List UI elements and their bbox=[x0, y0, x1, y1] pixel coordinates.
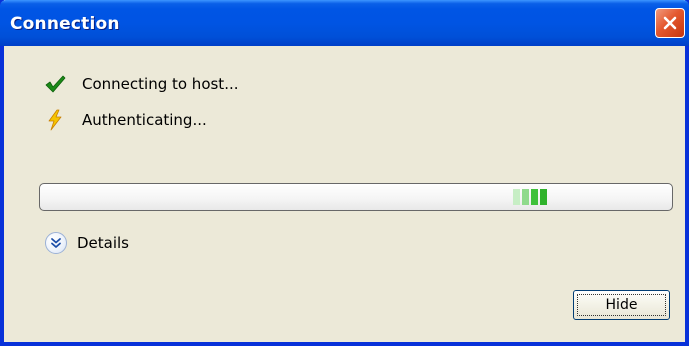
status-authenticating: Authenticating... bbox=[44, 109, 207, 131]
title-bar[interactable]: Connection bbox=[0, 0, 689, 46]
progress-indicator bbox=[513, 189, 549, 205]
details-label[interactable]: Details bbox=[77, 234, 129, 252]
progress-block bbox=[531, 189, 538, 205]
progress-bar bbox=[39, 183, 673, 211]
status-authenticating-text: Authenticating... bbox=[82, 111, 207, 129]
chevron-double-down-icon[interactable] bbox=[45, 232, 67, 254]
connection-dialog: Connection Connecting to host... Authent… bbox=[0, 0, 689, 346]
close-button[interactable] bbox=[655, 8, 685, 38]
status-connecting: Connecting to host... bbox=[44, 73, 239, 95]
window-title: Connection bbox=[10, 14, 120, 34]
lightning-icon bbox=[44, 109, 66, 131]
close-icon bbox=[663, 16, 677, 30]
progress-block bbox=[522, 189, 529, 205]
hide-button[interactable]: Hide bbox=[573, 290, 670, 320]
progress-block bbox=[513, 189, 520, 205]
details-toggle[interactable]: Details bbox=[45, 231, 129, 255]
progress-block bbox=[540, 189, 547, 205]
checkmark-icon bbox=[44, 73, 66, 95]
status-connecting-text: Connecting to host... bbox=[82, 75, 239, 93]
